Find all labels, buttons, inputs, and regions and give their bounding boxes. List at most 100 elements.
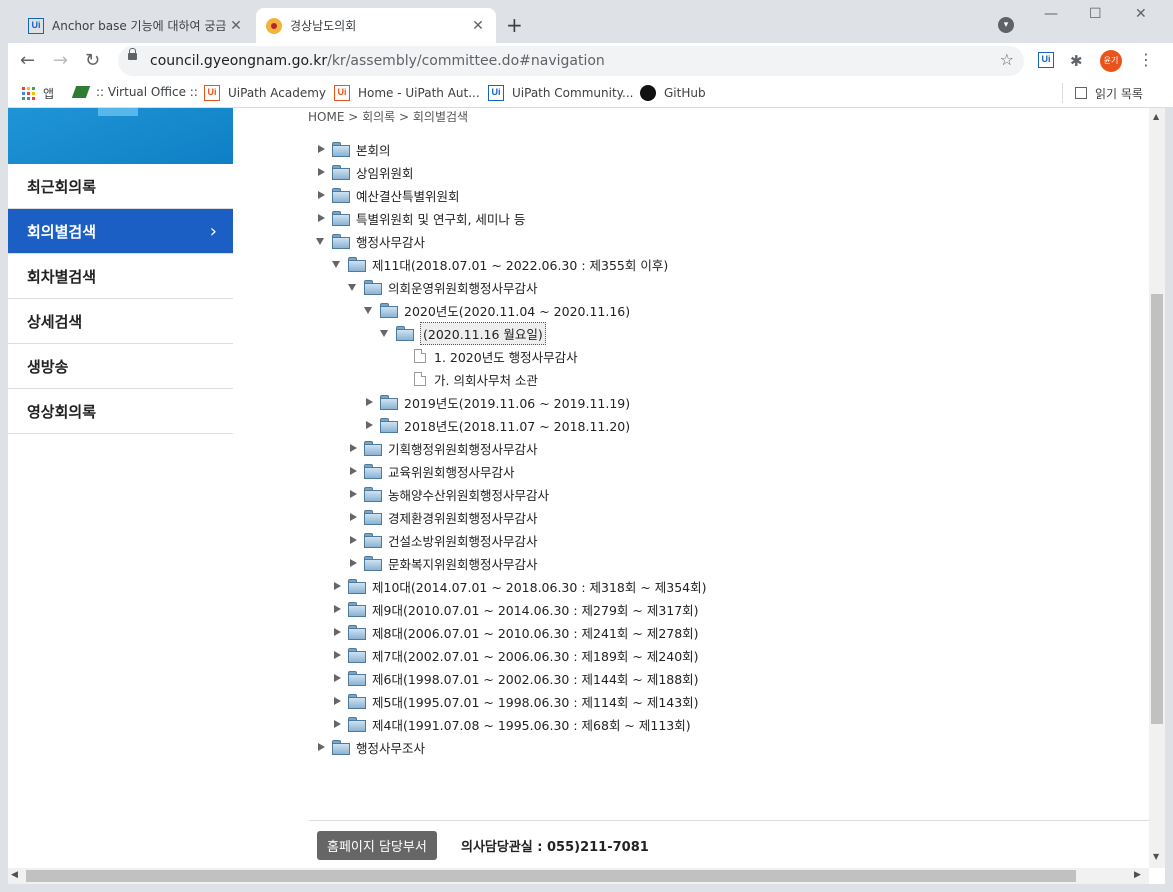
collapsed-arrow-icon[interactable]: [316, 213, 326, 223]
tree-node-label[interactable]: 제10대(2014.07.01 ~ 2018.06.30 : 제318회 ~ 제…: [372, 577, 707, 596]
tree-folder-node[interactable]: (2020.11.16 월요일): [380, 321, 546, 345]
tree-node-label[interactable]: 제5대(1995.07.01 ~ 1998.06.30 : 제114회 ~ 제1…: [372, 692, 699, 711]
tree-folder-node[interactable]: 예산결산특별위원회: [316, 185, 460, 205]
collapsed-arrow-icon[interactable]: [332, 696, 342, 706]
tree-node-label[interactable]: 2019년도(2019.11.06 ~ 2019.11.19): [404, 393, 630, 412]
tree-folder-node[interactable]: 제9대(2010.07.01 ~ 2014.06.30 : 제279회 ~ 제3…: [332, 599, 699, 619]
maximize-icon[interactable]: ☐: [1089, 6, 1102, 22]
tree-node-label[interactable]: 교육위원회행정사무감사: [388, 462, 515, 481]
tree-node-label[interactable]: 제11대(2018.07.01 ~ 2022.06.30 : 제355회 이후): [372, 255, 668, 274]
expanded-arrow-icon[interactable]: [316, 236, 326, 246]
tree-folder-node[interactable]: 문화복지위원회행정사무감사: [348, 553, 538, 573]
bookmark-apps[interactable]: 앱: [22, 85, 54, 102]
back-icon[interactable]: ←: [20, 50, 35, 71]
tree-folder-node[interactable]: 제7대(2002.07.01 ~ 2006.06.30 : 제189회 ~ 제2…: [332, 645, 699, 665]
collapsed-arrow-icon[interactable]: [364, 420, 374, 430]
collapsed-arrow-icon[interactable]: [348, 489, 358, 499]
scroll-right-icon[interactable]: ▶: [1134, 870, 1141, 880]
tree-node-label[interactable]: 제6대(1998.07.01 ~ 2002.06.30 : 제144회 ~ 제1…: [372, 669, 699, 688]
tree-node-label[interactable]: 특별위원회 및 연구회, 세미나 등: [356, 209, 525, 228]
collapsed-arrow-icon[interactable]: [348, 558, 358, 568]
collapsed-arrow-icon[interactable]: [332, 650, 342, 660]
expanded-arrow-icon[interactable]: [364, 305, 374, 315]
tree-folder-node[interactable]: 제4대(1991.07.08 ~ 1995.06.30 : 제68회 ~ 제11…: [332, 714, 691, 734]
tree-folder-node[interactable]: 2018년도(2018.11.07 ~ 2018.11.20): [364, 415, 630, 435]
tree-node-label[interactable]: 제4대(1991.07.08 ~ 1995.06.30 : 제68회 ~ 제11…: [372, 715, 691, 734]
tree-node-label[interactable]: 본회의: [356, 140, 391, 159]
collapsed-arrow-icon[interactable]: [364, 397, 374, 407]
close-tab-icon[interactable]: ✕: [228, 18, 244, 34]
tree-node-label[interactable]: 문화복지위원회행정사무감사: [388, 554, 538, 573]
bookmark-uipath-community[interactable]: Ui UiPath Community...: [488, 85, 633, 101]
collapsed-arrow-icon[interactable]: [348, 512, 358, 522]
close-tab-icon[interactable]: ✕: [470, 18, 486, 34]
collapsed-arrow-icon[interactable]: [316, 144, 326, 154]
collapsed-arrow-icon[interactable]: [332, 627, 342, 637]
collapsed-arrow-icon[interactable]: [348, 535, 358, 545]
tree-folder-node[interactable]: 본회의: [316, 139, 391, 159]
tree-folder-node[interactable]: 경제환경위원회행정사무감사: [348, 507, 538, 527]
vertical-scroll-thumb[interactable]: [1151, 294, 1163, 724]
expanded-arrow-icon[interactable]: [348, 282, 358, 292]
tree-folder-node[interactable]: 교육위원회행정사무감사: [348, 461, 515, 481]
bookmark-github[interactable]: GitHub: [640, 85, 706, 101]
reload-icon[interactable]: ↻: [85, 50, 100, 71]
bookmark-star-icon[interactable]: ☆: [1000, 50, 1014, 69]
tree-folder-node[interactable]: 행정사무조사: [316, 737, 425, 757]
scroll-down-icon[interactable]: ▼: [1153, 852, 1159, 861]
tree-node-label[interactable]: (2020.11.16 월요일): [420, 321, 546, 345]
tree-folder-node[interactable]: 건설소방위원회행정사무감사: [348, 530, 538, 550]
tree-folder-node[interactable]: 행정사무감사: [316, 231, 425, 251]
collapsed-arrow-icon[interactable]: [316, 167, 326, 177]
address-bar[interactable]: council.gyeongnam.go.kr/kr/assembly/comm…: [118, 46, 1024, 76]
tree-folder-node[interactable]: 제10대(2014.07.01 ~ 2018.06.30 : 제318회 ~ 제…: [332, 576, 707, 596]
expanded-arrow-icon[interactable]: [380, 328, 390, 338]
tree-folder-node[interactable]: 의회운영위원회행정사무감사: [348, 277, 538, 297]
tree-folder-node[interactable]: 제11대(2018.07.01 ~ 2022.06.30 : 제355회 이후): [332, 254, 668, 274]
new-tab-button[interactable]: +: [506, 13, 523, 37]
tree-folder-node[interactable]: 제6대(1998.07.01 ~ 2002.06.30 : 제144회 ~ 제1…: [332, 668, 699, 688]
horizontal-scroll-thumb[interactable]: [26, 870, 1076, 882]
collapsed-arrow-icon[interactable]: [332, 719, 342, 729]
profile-avatar[interactable]: 윤기: [1100, 50, 1122, 72]
tree-folder-node[interactable]: 제5대(1995.07.01 ~ 1998.06.30 : 제114회 ~ 제1…: [332, 691, 699, 711]
collapsed-arrow-icon[interactable]: [316, 742, 326, 752]
horizontal-scrollbar[interactable]: ◀ ▶: [8, 868, 1149, 884]
tree-folder-node[interactable]: 상임위원회: [316, 162, 414, 182]
tab-gyeongnam-council[interactable]: 경상남도의회 ✕: [256, 8, 496, 43]
tree-node-label[interactable]: 행정사무감사: [356, 232, 425, 251]
menu-kebab-icon[interactable]: ⋮: [1138, 50, 1154, 69]
url-text[interactable]: council.gyeongnam.go.kr/kr/assembly/comm…: [150, 53, 605, 69]
tree-node-label[interactable]: 농해양수산위원회행정사무감사: [388, 485, 549, 504]
close-window-icon[interactable]: ✕: [1135, 6, 1147, 22]
collapsed-arrow-icon[interactable]: [348, 466, 358, 476]
tree-folder-node[interactable]: 2019년도(2019.11.06 ~ 2019.11.19): [364, 392, 630, 412]
collapsed-arrow-icon[interactable]: [332, 581, 342, 591]
reading-list-button[interactable]: 읽기 목록: [1062, 83, 1143, 103]
tree-node-label[interactable]: 2018년도(2018.11.07 ~ 2018.11.20): [404, 416, 630, 435]
tree-folder-node[interactable]: 특별위원회 및 연구회, 세미나 등: [316, 208, 525, 228]
bookmark-uipath-home[interactable]: Ui Home - UiPath Aut...: [334, 85, 480, 101]
scroll-up-icon[interactable]: ▲: [1153, 112, 1159, 121]
tree-node-label[interactable]: 제8대(2006.07.01 ~ 2010.06.30 : 제241회 ~ 제2…: [372, 623, 699, 642]
tree-node-label[interactable]: 상임위원회: [356, 163, 414, 182]
tree-node-label[interactable]: 건설소방위원회행정사무감사: [388, 531, 538, 550]
bookmark-virtual-office[interactable]: :: Virtual Office ::: [71, 85, 198, 99]
tree-folder-node[interactable]: 제8대(2006.07.01 ~ 2010.06.30 : 제241회 ~ 제2…: [332, 622, 699, 642]
collapsed-arrow-icon[interactable]: [332, 673, 342, 683]
tree-node-label[interactable]: 경제환경위원회행정사무감사: [388, 508, 538, 527]
tree-node-label[interactable]: 제9대(2010.07.01 ~ 2014.06.30 : 제279회 ~ 제3…: [372, 600, 699, 619]
tree-node-label[interactable]: 2020년도(2020.11.04 ~ 2020.11.16): [404, 301, 630, 320]
uipath-extension-icon[interactable]: Ui: [1038, 52, 1054, 68]
vertical-scrollbar[interactable]: ▲ ▼: [1149, 108, 1165, 868]
bookmark-uipath-academy[interactable]: Ui UiPath Academy: [204, 85, 326, 101]
tree-node-label[interactable]: 의회운영위원회행정사무감사: [388, 278, 538, 297]
tree-folder-node[interactable]: 기획행정위원회행정사무감사: [348, 438, 538, 458]
collapsed-arrow-icon[interactable]: [316, 190, 326, 200]
collapsed-arrow-icon[interactable]: [348, 443, 358, 453]
tree-node-label[interactable]: 가. 의회사무처 소관: [434, 370, 538, 389]
tab-anchor-base[interactable]: Ui Anchor base 기능에 대하여 궁금 ✕: [18, 8, 254, 43]
minimize-icon[interactable]: —: [1044, 6, 1058, 22]
collapsed-arrow-icon[interactable]: [332, 604, 342, 614]
tree-file-node[interactable]: 1. 2020년도 행정사무감사: [396, 346, 578, 366]
